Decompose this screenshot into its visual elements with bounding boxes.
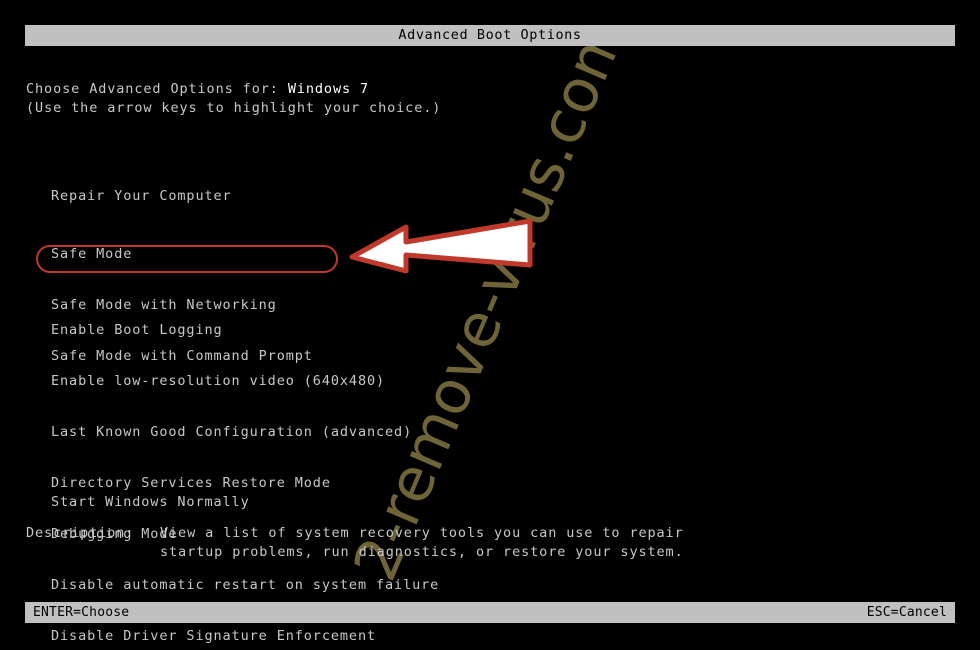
- advanced-boot-options-screen: 2-remove-virus.com Advanced Boot Options…: [0, 0, 980, 650]
- prompt-choose-os: Choose Advanced Options for: Windows 7: [26, 81, 369, 97]
- description-line-1: View a list of system recovery tools you…: [160, 525, 684, 541]
- status-esc-cancel[interactable]: ESC=Cancel: [867, 606, 947, 619]
- title-bar: Advanced Boot Options: [25, 25, 955, 46]
- description-label: Description:: [26, 525, 135, 541]
- window-title: Advanced Boot Options: [398, 26, 582, 43]
- menu-item-disable-automatic-restart[interactable]: Disable automatic restart on system fail…: [51, 577, 439, 596]
- prompt-prefix: Choose Advanced Options for:: [26, 81, 288, 97]
- prompt-instructions: (Use the arrow keys to highlight your ch…: [26, 100, 442, 116]
- description-line-2: startup problems, run diagnostics, or re…: [160, 544, 684, 560]
- menu-item-start-windows-normally[interactable]: Start Windows Normally: [51, 494, 250, 510]
- menu-item-enable-boot-logging[interactable]: Enable Boot Logging: [51, 322, 439, 341]
- status-enter-choose[interactable]: ENTER=Choose: [33, 606, 129, 619]
- selected-option-highlight: [36, 245, 338, 273]
- menu-item-last-known-good-configuration[interactable]: Last Known Good Configuration (advanced): [51, 424, 439, 443]
- left-arrow-icon: [349, 218, 533, 274]
- prompt-os-name: Windows 7: [287, 81, 370, 97]
- menu-item-repair-your-computer[interactable]: Repair Your Computer: [51, 188, 232, 204]
- status-bar: ENTER=Choose ESC=Cancel: [25, 602, 955, 623]
- menu-item-disable-driver-signature-enforcement[interactable]: Disable Driver Signature Enforcement: [51, 628, 439, 647]
- menu-item-enable-low-resolution-video[interactable]: Enable low-resolution video (640x480): [51, 373, 439, 392]
